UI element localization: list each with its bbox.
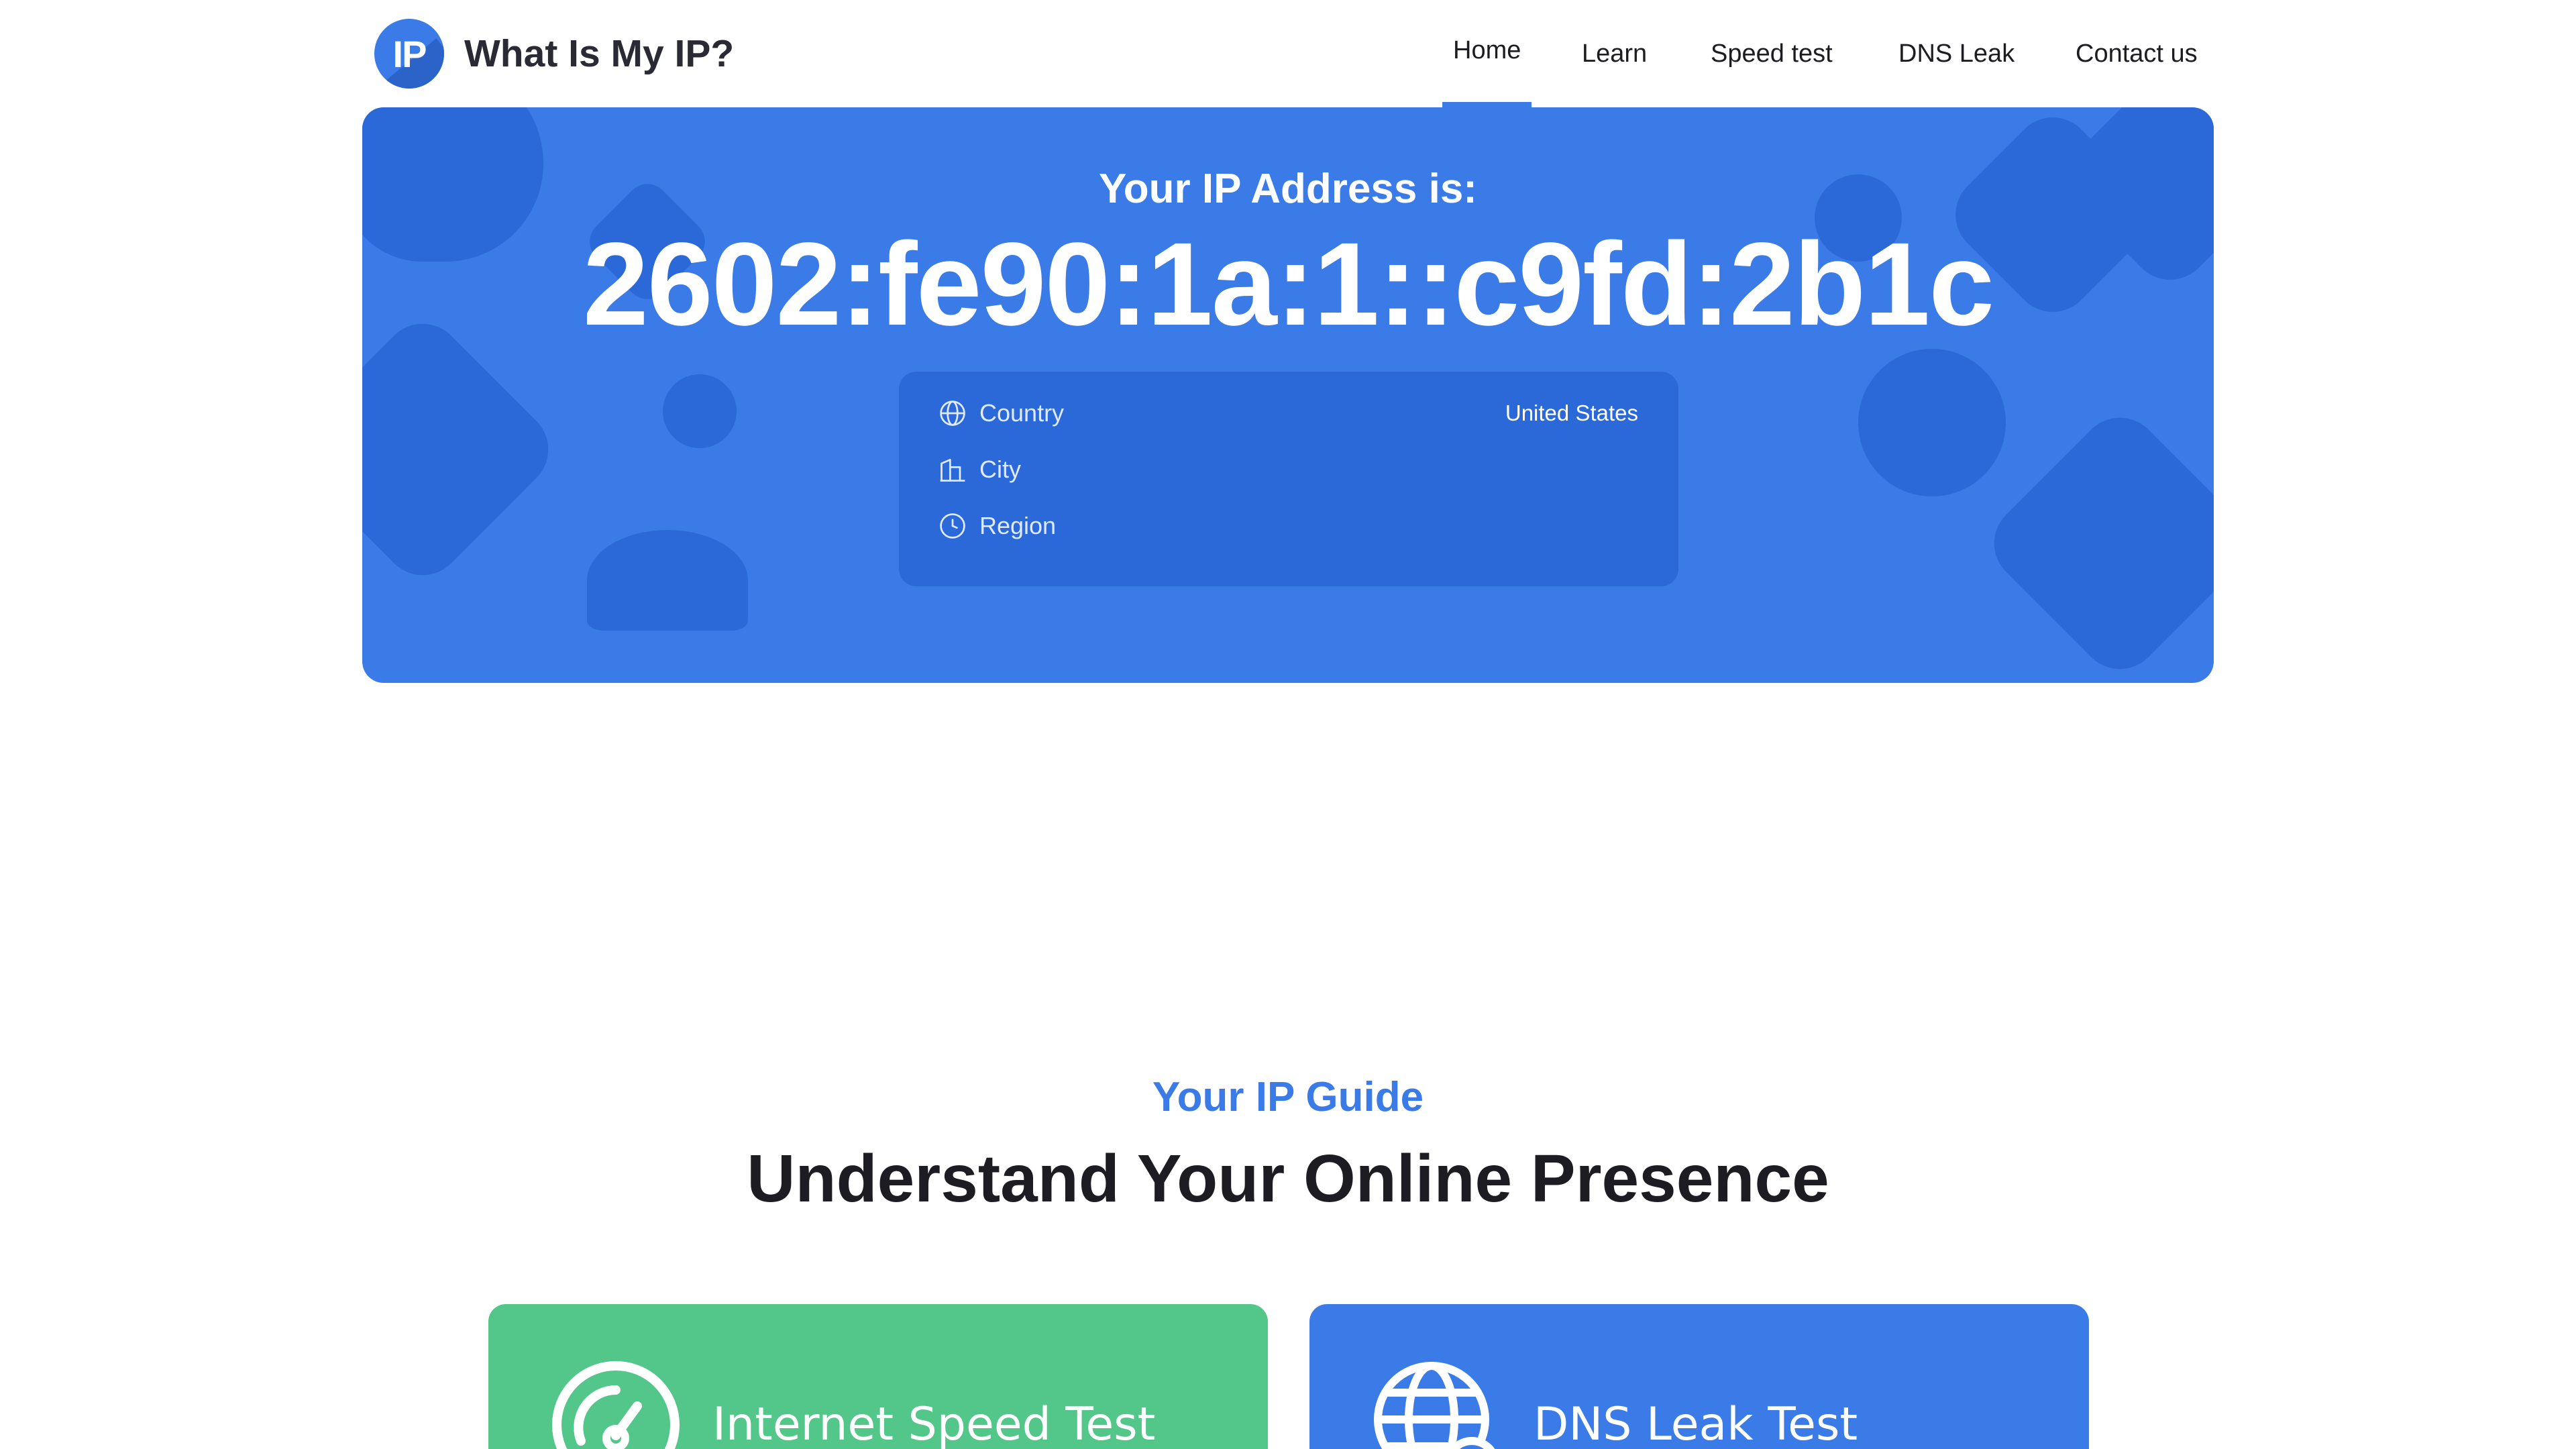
dns-leak-card-label: DNS Leak Test: [1534, 1398, 1858, 1449]
ip-hero-panel: Your IP Address is: 2602:fe90:1a:1::c9fd…: [362, 107, 2214, 683]
region-label: Region: [979, 512, 1057, 539]
nav-learn[interactable]: Learn: [1582, 0, 1647, 107]
nav-learn-label: Learn: [1582, 39, 1648, 68]
guide-kicker: Your IP Guide: [1152, 1074, 1424, 1120]
nav-contact-us[interactable]: Contact us: [2076, 0, 2198, 107]
site-header: IP What Is My IP? Home Learn Speed test …: [0, 0, 2576, 107]
speedometer-icon: [552, 1361, 680, 1449]
country-row: Country United States: [938, 393, 1638, 433]
nav-home[interactable]: Home: [1442, 0, 1532, 107]
dns-leak-card[interactable]: DNS Leak Test: [1309, 1304, 2089, 1449]
logo-text: What Is My IP?: [464, 32, 735, 75]
nav-speed-test-label: Speed test: [1711, 39, 1833, 68]
clock-icon: [940, 513, 965, 539]
country-label: Country: [979, 399, 1065, 427]
decor-blob: [663, 374, 737, 448]
globe-icon: [940, 400, 965, 426]
nav-home-label: Home: [1453, 36, 1521, 64]
decor-blob: [1858, 349, 2006, 496]
region-row: Region: [938, 506, 1638, 546]
building-icon: [940, 458, 965, 482]
ip-address-value: 2602:fe90:1a:1::c9fd:2b1c: [582, 219, 1994, 350]
city-row: City: [938, 449, 1638, 490]
nav-dns-leak-label: DNS Leak: [1898, 39, 2015, 68]
decor-blob: [587, 530, 748, 631]
logo-badge-text: IP: [392, 32, 427, 75]
speed-test-card[interactable]: Internet Speed Test: [488, 1304, 1268, 1449]
guide-title: Understand Your Online Presence: [747, 1141, 1829, 1216]
nav-speed-test[interactable]: Speed test: [1711, 0, 1833, 107]
city-label: City: [979, 455, 1021, 483]
nav-active-indicator: [1442, 102, 1532, 107]
logo-badge: IP: [374, 19, 444, 89]
globe-icon: [1374, 1362, 1495, 1449]
ip-location-card: Country United States City Region: [899, 372, 1678, 586]
nav-contact-us-label: Contact us: [2076, 39, 2198, 68]
site-logo[interactable]: IP What Is My IP?: [374, 19, 734, 89]
country-value: United States: [1505, 400, 1638, 425]
ip-address-label: Your IP Address is:: [1099, 166, 1477, 212]
speed-test-card-label: Internet Speed Test: [712, 1398, 1156, 1449]
decor-diamond: [1977, 400, 2214, 683]
nav-dns-leak[interactable]: DNS Leak: [1898, 0, 2015, 107]
